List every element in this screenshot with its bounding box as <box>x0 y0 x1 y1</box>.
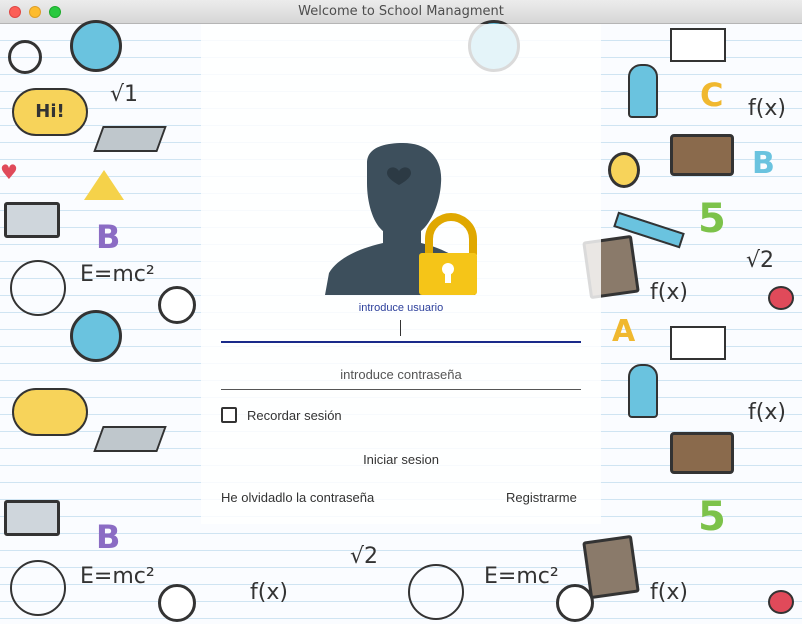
password-placeholder: introduce contraseña <box>340 367 462 382</box>
user-lock-icon <box>325 143 477 295</box>
atom-icon-3 <box>408 564 464 620</box>
fx-doodle: f(x) <box>748 96 786 121</box>
password-field[interactable]: introduce contraseña <box>221 362 581 390</box>
b-letter-doodle-3: B <box>752 146 775 181</box>
forgot-password-link[interactable]: He olvidadlo la contraseña <box>221 490 374 505</box>
username-label: introduce usuario <box>358 302 444 314</box>
clock-icon-3 <box>556 584 594 622</box>
globe-icon <box>70 20 122 72</box>
laptop-icon-2 <box>4 500 60 536</box>
login-button[interactable]: Iniciar sesion <box>341 450 461 470</box>
clock-icon <box>158 286 196 324</box>
a-letter-doodle: A <box>612 314 636 349</box>
hi-bubble-icon-2 <box>12 388 88 436</box>
fx-doodle-2: f(x) <box>650 280 688 305</box>
bulb-icon <box>8 40 42 74</box>
laptop-icon <box>4 202 60 238</box>
remember-session-label[interactable]: Recordar sesión <box>247 408 342 423</box>
five-doodle: 5 <box>698 196 726 242</box>
five-doodle-2: 5 <box>698 494 726 540</box>
app-window: Welcome to School Managment Hi! √1 ♥ B E… <box>0 0 802 624</box>
sqrt2-doodle: √2 <box>746 248 775 273</box>
hi-bubble-icon: Hi! <box>12 88 88 136</box>
register-link[interactable]: Registrarme <box>506 490 577 505</box>
clock-icon-2 <box>158 584 196 622</box>
briefcase-icon-2 <box>670 432 734 474</box>
rocket-icon <box>628 64 658 118</box>
atom-icon <box>10 260 66 316</box>
sqrt-doodle: √1 <box>110 82 139 107</box>
c-letter-doodle: C <box>700 76 724 114</box>
book-icon-4 <box>582 534 640 600</box>
book-icon-3 <box>670 326 726 360</box>
apple-icon <box>768 286 794 310</box>
apple-icon-2 <box>768 590 794 614</box>
fx-doodle-3: f(x) <box>748 400 786 425</box>
text-caret <box>400 320 401 336</box>
briefcase-icon <box>670 134 734 176</box>
emc2-doodle-2: E=mc² <box>80 564 155 589</box>
sqrt2-doodle-2: √2 <box>350 544 379 569</box>
triangle-ruler-icon <box>84 170 124 200</box>
title-bar: Welcome to School Managment <box>0 0 802 24</box>
graduation-cap-icon <box>93 126 167 152</box>
bulb-icon-2 <box>608 152 640 188</box>
fx-doodle-4: f(x) <box>650 580 688 605</box>
rocket-icon-2 <box>628 364 658 418</box>
window-title: Welcome to School Managment <box>298 4 504 19</box>
atom-icon-2 <box>10 560 66 616</box>
emc2-doodle: E=mc² <box>80 262 155 287</box>
username-field[interactable] <box>221 316 581 343</box>
b-letter-doodle-2: B <box>96 518 121 556</box>
globe-icon-2 <box>70 310 122 362</box>
hi-text: Hi! <box>35 101 65 122</box>
remember-session-checkbox[interactable] <box>221 407 237 423</box>
graduation-cap-icon-2 <box>93 426 167 452</box>
heart-icon: ♥ <box>0 160 18 184</box>
fx-doodle-5: f(x) <box>250 580 288 605</box>
emc2-doodle-3: E=mc² <box>484 564 559 589</box>
book-icon <box>670 28 726 62</box>
b-letter-doodle: B <box>96 218 121 256</box>
